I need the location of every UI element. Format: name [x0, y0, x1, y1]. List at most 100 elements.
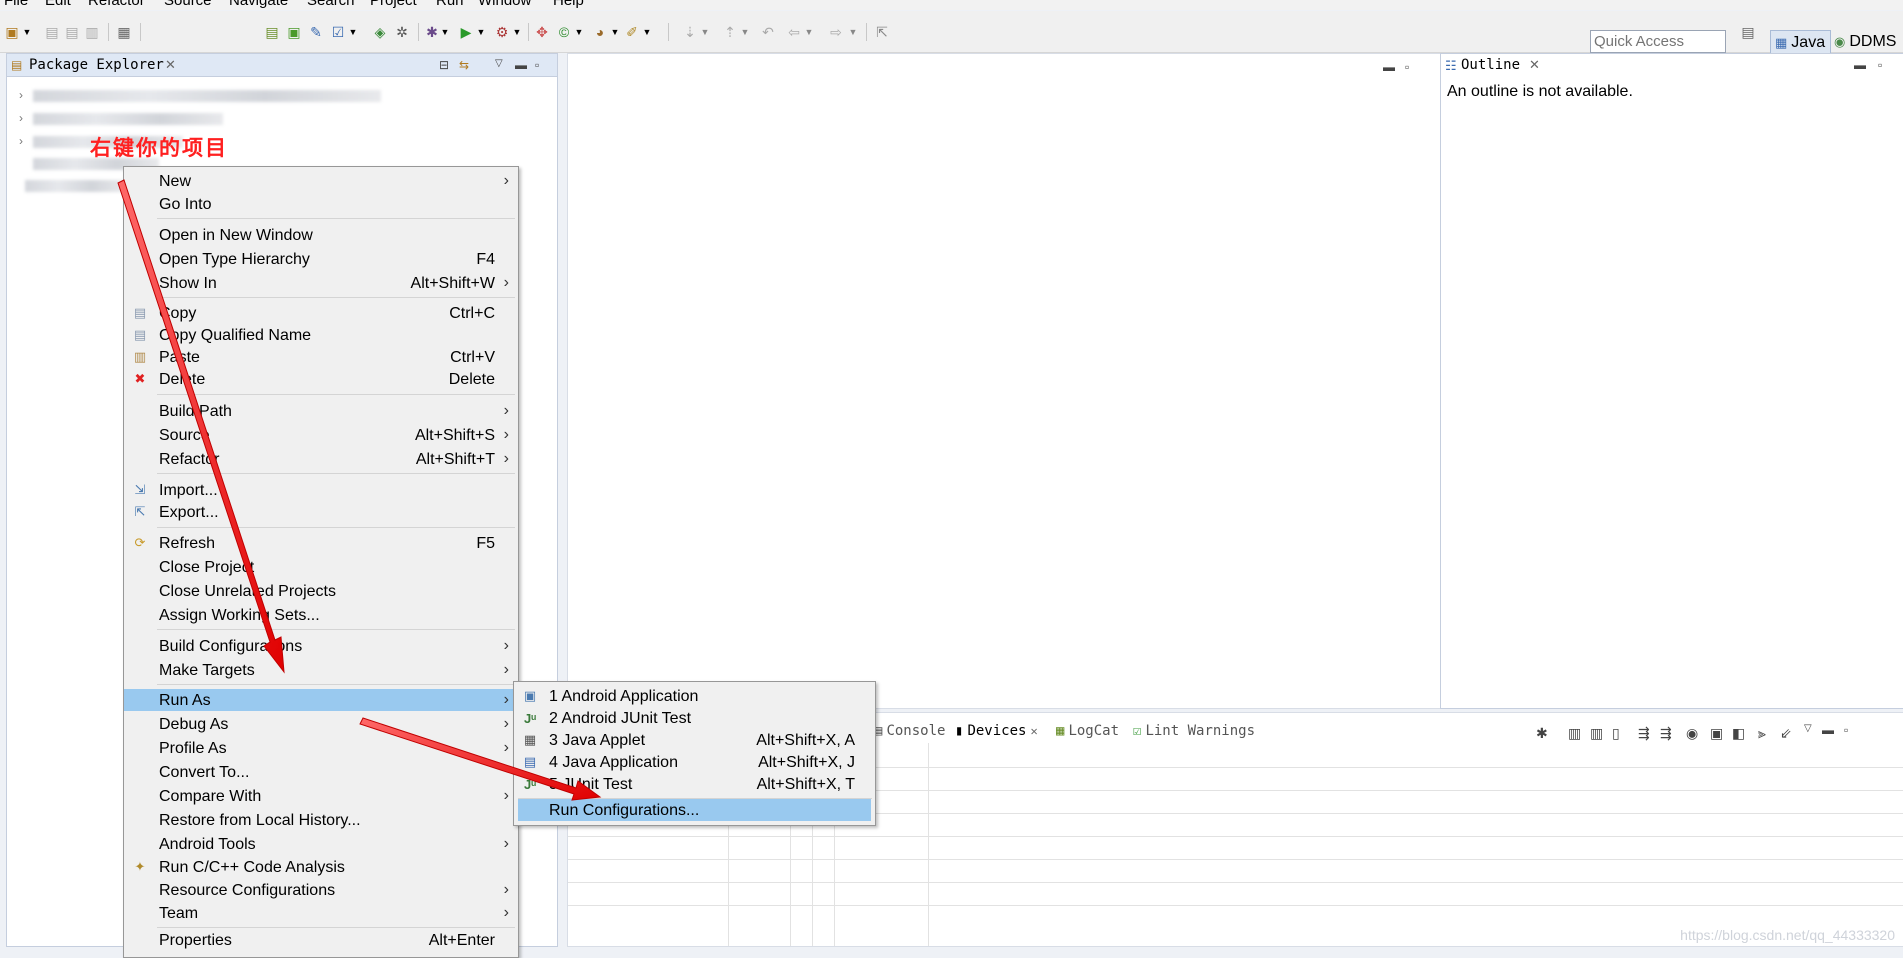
view-menu-icon[interactable]: ▽	[1804, 723, 1812, 734]
method-profiling-icon[interactable]: ⇶	[1660, 725, 1672, 742]
menu-item-close-project[interactable]: Close Project	[124, 556, 518, 578]
outline-title[interactable]: Outline	[1461, 57, 1520, 73]
tree-item-blurred[interactable]	[33, 90, 381, 102]
reset-adb-icon[interactable]: ⇙	[1780, 725, 1792, 742]
chevron-down-icon[interactable]: ▼	[848, 23, 858, 41]
previous-annotation-icon[interactable]: ⇡	[722, 23, 738, 41]
cause-gc-icon[interactable]: ▯	[1612, 725, 1620, 742]
minimize-icon[interactable]: ▬	[515, 58, 527, 72]
tab-lint-warnings[interactable]: ☑ Lint Warnings	[1133, 723, 1255, 739]
collapse-all-icon[interactable]: ⊟	[439, 58, 449, 72]
menu-item-open-in-new-window[interactable]: Open in New Window	[124, 224, 518, 246]
save-icon[interactable]: ▤	[44, 23, 60, 41]
menu-item-properties[interactable]: Properties Alt+Enter	[124, 929, 518, 951]
link-editor-icon[interactable]: ⇆	[459, 58, 469, 72]
chevron-down-icon[interactable]: ▼	[642, 23, 652, 41]
chevron-down-icon[interactable]: ▼	[512, 23, 522, 41]
tree-item-blurred[interactable]	[25, 180, 125, 192]
menu-item-source[interactable]: Source Alt+Shift+S ›	[124, 424, 518, 446]
package-explorer-title[interactable]: Package Explorer	[29, 57, 164, 73]
maximize-icon[interactable]: ▫	[1844, 723, 1848, 737]
next-annotation-icon[interactable]: ⇣	[682, 23, 698, 41]
chevron-down-icon[interactable]: ▼	[610, 23, 620, 41]
perspective-ddms[interactable]: ◉ DDMS	[1834, 30, 1896, 54]
avd-manager-icon[interactable]: ▣	[286, 23, 302, 41]
menu-item-refresh[interactable]: ⟳ Refresh F5	[124, 532, 518, 554]
chevron-down-icon[interactable]: ▼	[348, 23, 358, 41]
menu-item-close-unrelated-projects[interactable]: Close Unrelated Projects	[124, 580, 518, 602]
menu-item-open-type-hierarchy[interactable]: Open Type Hierarchy F4	[124, 248, 518, 270]
submenu-item-android-application[interactable]: ▣ 1 Android Application	[514, 685, 875, 707]
open-perspective-icon[interactable]: ▤	[1740, 23, 1756, 41]
stop-process-icon[interactable]: ◉	[1686, 725, 1698, 742]
menu-file[interactable]: File	[4, 0, 28, 9]
run-icon[interactable]: ▶	[458, 23, 474, 41]
minimize-icon[interactable]: ▬	[1822, 723, 1834, 737]
maximize-icon[interactable]: ▫	[535, 58, 539, 72]
menu-project[interactable]: Project	[370, 0, 417, 9]
menu-item-go-into[interactable]: Go Into	[124, 193, 518, 215]
menu-item-resource-configurations[interactable]: Resource Configurations ›	[124, 879, 518, 901]
forward-icon[interactable]: ⇨	[828, 23, 844, 41]
systrace-icon[interactable]: ◧	[1732, 725, 1745, 742]
view-menu-icon[interactable]: ▽	[495, 58, 503, 69]
search-icon[interactable]: ✐	[624, 23, 640, 41]
menu-source[interactable]: Source	[164, 0, 212, 9]
menu-item-android-tools[interactable]: Android Tools ›	[124, 833, 518, 855]
screen-capture-icon[interactable]: ▣	[1710, 725, 1723, 742]
chevron-down-icon[interactable]: ▼	[804, 23, 814, 41]
minimize-icon[interactable]: ▬	[1383, 60, 1395, 74]
maximize-icon[interactable]: ▫	[1405, 60, 1409, 74]
menu-item-copy[interactable]: ▤ Copy Ctrl+C	[124, 302, 518, 324]
gear-icon[interactable]: ✲	[394, 23, 410, 41]
menu-item-export[interactable]: ⇱ Export...	[124, 501, 518, 523]
open-type-icon[interactable]: ◕	[592, 23, 608, 41]
update-threads-icon[interactable]: ⇶	[1638, 725, 1650, 742]
chevron-down-icon[interactable]: ▼	[700, 23, 710, 41]
menu-edit[interactable]: Edit	[45, 0, 71, 9]
chevron-down-icon[interactable]: ▼	[740, 23, 750, 41]
last-edit-icon[interactable]: ↶	[760, 23, 776, 41]
new-class-icon[interactable]: ©	[556, 23, 572, 41]
menu-search[interactable]: Search	[307, 0, 355, 9]
submenu-item-java-application[interactable]: ▤ 4 Java Application Alt+Shift+X, J	[514, 751, 875, 773]
menu-item-new[interactable]: New ›	[124, 170, 518, 192]
submenu-item-junit-test[interactable]: Jᵘ 5 JUnit Test Alt+Shift+X, T	[514, 773, 875, 795]
menu-item-assign-working-sets[interactable]: Assign Working Sets...	[124, 604, 518, 626]
new-android-project-icon[interactable]: ◈	[372, 23, 388, 41]
close-icon[interactable]: ✕	[1030, 724, 1037, 738]
chevron-down-icon[interactable]: ▼	[574, 23, 584, 41]
menu-item-convert-to[interactable]: Convert To...	[124, 761, 518, 783]
submenu-item-run-configurations[interactable]: Run Configurations...	[518, 799, 871, 821]
dump-hprof-icon[interactable]: ▥	[1590, 725, 1603, 742]
menu-run[interactable]: Run	[436, 0, 464, 9]
expand-icon[interactable]: ›	[19, 88, 23, 102]
menu-item-restore-from-local-history[interactable]: Restore from Local History...	[124, 809, 518, 831]
quick-access-input[interactable]	[1590, 30, 1726, 53]
submenu-item-java-applet[interactable]: ▦ 3 Java Applet Alt+Shift+X, A	[514, 729, 875, 751]
new-icon[interactable]: ▣	[4, 23, 20, 41]
menu-item-show-in[interactable]: Show In Alt+Shift+W ›	[124, 272, 518, 294]
menu-item-compare-with[interactable]: Compare With ›	[124, 785, 518, 807]
checkbox-icon[interactable]: ☑	[330, 23, 346, 41]
chevron-down-icon[interactable]: ▼	[22, 23, 32, 41]
update-heap-icon[interactable]: ▥	[1568, 725, 1581, 742]
external-tools-icon[interactable]: ⚙	[494, 23, 510, 41]
menu-item-make-targets[interactable]: Make Targets ›	[124, 659, 518, 681]
pin-editor-icon[interactable]: ⇱	[874, 23, 890, 41]
menu-item-team[interactable]: Team ›	[124, 902, 518, 924]
chevron-down-icon[interactable]: ▼	[440, 23, 450, 41]
debug-process-icon[interactable]: ✱	[1536, 725, 1548, 742]
back-icon[interactable]: ⇦	[786, 23, 802, 41]
android-sdk-icon[interactable]: ▤	[264, 23, 280, 41]
tab-devices[interactable]: ▮ Devices ✕	[955, 723, 1038, 739]
menu-item-profile-as[interactable]: Profile As ›	[124, 737, 518, 759]
menu-item-run-code-analysis[interactable]: ✦ Run C/C++ Code Analysis	[124, 856, 518, 878]
menu-help[interactable]: Help	[553, 0, 584, 9]
menu-item-debug-as[interactable]: Debug As ›	[124, 713, 518, 735]
minimize-icon[interactable]: ▬	[1854, 58, 1866, 72]
menu-refactor[interactable]: Refactor	[88, 0, 145, 9]
menu-item-import[interactable]: ⇲ Import...	[124, 479, 518, 501]
menu-item-copy-qualified-name[interactable]: ▤ Copy Qualified Name	[124, 324, 518, 346]
menu-item-refactor[interactable]: Refactor Alt+Shift+T ›	[124, 448, 518, 470]
